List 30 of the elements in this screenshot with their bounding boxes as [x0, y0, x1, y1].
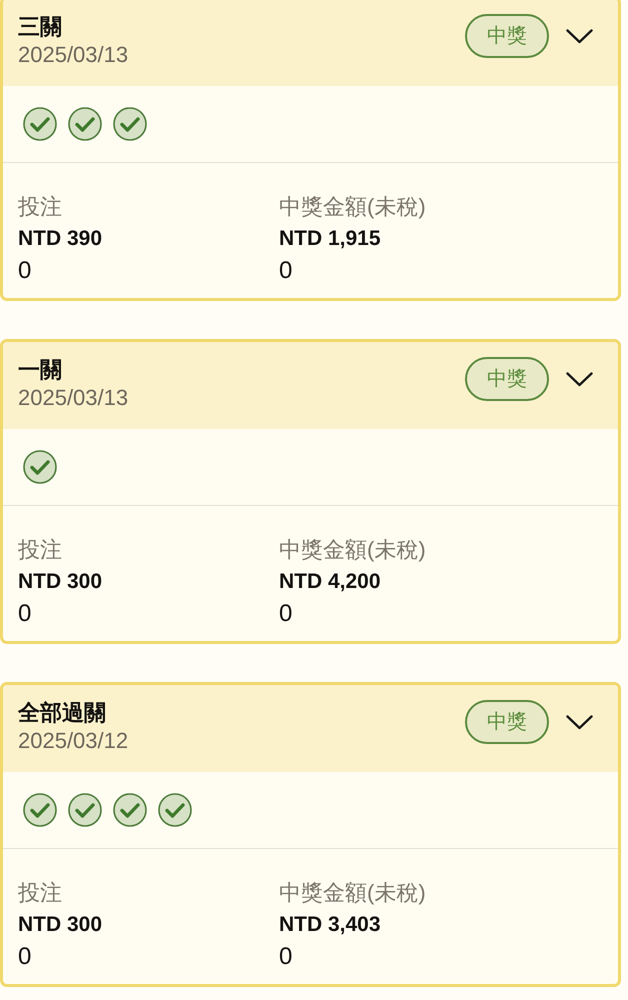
ticket-date: 2025/03/13	[18, 384, 128, 411]
stat-label: 中獎金額(未稅)	[279, 879, 427, 907]
stat-value: 0	[279, 256, 294, 286]
stat-amount: NTD 300	[18, 569, 104, 595]
stat-amount: NTD 300	[18, 912, 104, 938]
stat-value: 0	[18, 599, 32, 629]
stat-amount: NTD 1,915	[279, 226, 382, 252]
stat-value: 0	[279, 942, 294, 972]
status-pill: 中獎	[465, 700, 549, 744]
ticket-title: 一關	[18, 356, 63, 384]
ticket-title: 全部過關	[18, 699, 107, 726]
stat-amount: NTD 4,200	[279, 569, 382, 595]
status-pill: 中獎	[465, 14, 549, 58]
stat-label: 投注	[18, 193, 63, 221]
stat-value: 0	[18, 942, 32, 972]
status-pill: 中獎	[465, 357, 549, 401]
stat-value: 0	[18, 256, 32, 286]
stat-value: 0	[279, 599, 294, 629]
ticket-date: 2025/03/12	[18, 726, 128, 754]
stat-amount: NTD 3,403	[279, 912, 382, 938]
stat-label: 中獎金額(未稅)	[279, 536, 427, 564]
stat-label: 投注	[18, 879, 63, 907]
ticket-title: 三關	[18, 13, 63, 40]
stat-label: 中獎金額(未稅)	[279, 193, 427, 221]
ticket-date: 2025/03/13	[18, 40, 128, 68]
chevron-down-icon[interactable]	[566, 714, 593, 730]
chevron-down-icon[interactable]	[566, 372, 593, 386]
chevron-down-icon[interactable]	[566, 28, 593, 44]
stat-amount: NTD 390	[18, 226, 104, 252]
stat-label: 投注	[18, 536, 63, 564]
